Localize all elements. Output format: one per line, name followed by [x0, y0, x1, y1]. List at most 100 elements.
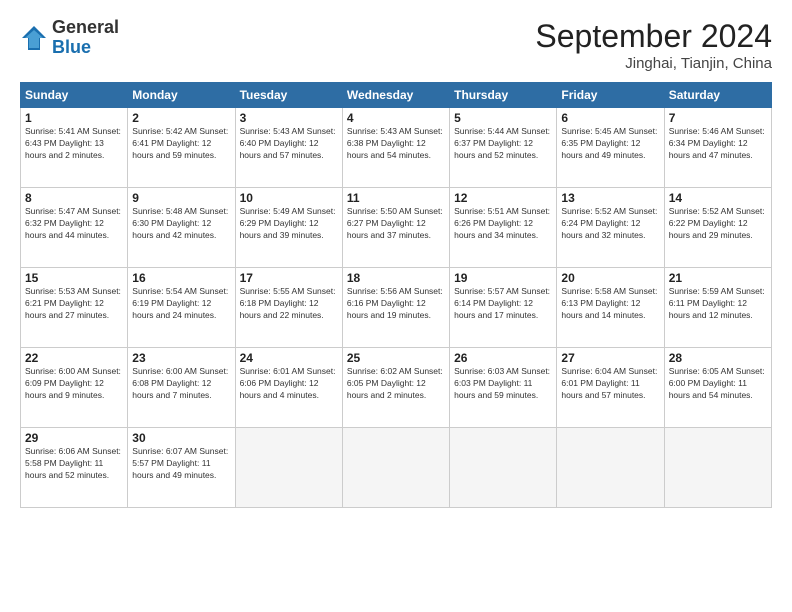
day-number: 8 [25, 191, 123, 205]
table-cell [450, 428, 557, 508]
day-number: 7 [669, 111, 767, 125]
col-monday: Monday [128, 83, 235, 108]
day-number: 5 [454, 111, 552, 125]
table-cell: 5Sunrise: 5:44 AM Sunset: 6:37 PM Daylig… [450, 108, 557, 188]
table-cell: 11Sunrise: 5:50 AM Sunset: 6:27 PM Dayli… [342, 188, 449, 268]
table-cell: 9Sunrise: 5:48 AM Sunset: 6:30 PM Daylig… [128, 188, 235, 268]
day-info: Sunrise: 6:02 AM Sunset: 6:05 PM Dayligh… [347, 366, 445, 402]
table-cell: 17Sunrise: 5:55 AM Sunset: 6:18 PM Dayli… [235, 268, 342, 348]
day-number: 26 [454, 351, 552, 365]
table-cell: 14Sunrise: 5:52 AM Sunset: 6:22 PM Dayli… [664, 188, 771, 268]
day-number: 22 [25, 351, 123, 365]
table-cell: 4Sunrise: 5:43 AM Sunset: 6:38 PM Daylig… [342, 108, 449, 188]
day-info: Sunrise: 6:00 AM Sunset: 6:08 PM Dayligh… [132, 366, 230, 402]
day-info: Sunrise: 5:57 AM Sunset: 6:14 PM Dayligh… [454, 286, 552, 322]
table-cell: 30Sunrise: 6:07 AM Sunset: 5:57 PM Dayli… [128, 428, 235, 508]
day-info: Sunrise: 5:42 AM Sunset: 6:41 PM Dayligh… [132, 126, 230, 162]
day-number: 18 [347, 271, 445, 285]
day-number: 25 [347, 351, 445, 365]
day-info: Sunrise: 5:41 AM Sunset: 6:43 PM Dayligh… [25, 126, 123, 162]
day-info: Sunrise: 5:59 AM Sunset: 6:11 PM Dayligh… [669, 286, 767, 322]
table-cell: 13Sunrise: 5:52 AM Sunset: 6:24 PM Dayli… [557, 188, 664, 268]
day-info: Sunrise: 6:05 AM Sunset: 6:00 PM Dayligh… [669, 366, 767, 402]
table-cell: 7Sunrise: 5:46 AM Sunset: 6:34 PM Daylig… [664, 108, 771, 188]
table-row: 15Sunrise: 5:53 AM Sunset: 6:21 PM Dayli… [21, 268, 772, 348]
col-wednesday: Wednesday [342, 83, 449, 108]
day-info: Sunrise: 6:00 AM Sunset: 6:09 PM Dayligh… [25, 366, 123, 402]
table-cell [557, 428, 664, 508]
day-info: Sunrise: 5:46 AM Sunset: 6:34 PM Dayligh… [669, 126, 767, 162]
col-saturday: Saturday [664, 83, 771, 108]
table-cell: 8Sunrise: 5:47 AM Sunset: 6:32 PM Daylig… [21, 188, 128, 268]
table-cell: 16Sunrise: 5:54 AM Sunset: 6:19 PM Dayli… [128, 268, 235, 348]
table-row: 22Sunrise: 6:00 AM Sunset: 6:09 PM Dayli… [21, 348, 772, 428]
table-cell: 1Sunrise: 5:41 AM Sunset: 6:43 PM Daylig… [21, 108, 128, 188]
col-thursday: Thursday [450, 83, 557, 108]
day-info: Sunrise: 6:03 AM Sunset: 6:03 PM Dayligh… [454, 366, 552, 402]
table-cell [235, 428, 342, 508]
table-cell [342, 428, 449, 508]
day-info: Sunrise: 5:55 AM Sunset: 6:18 PM Dayligh… [240, 286, 338, 322]
table-row: 8Sunrise: 5:47 AM Sunset: 6:32 PM Daylig… [21, 188, 772, 268]
table-cell: 12Sunrise: 5:51 AM Sunset: 6:26 PM Dayli… [450, 188, 557, 268]
day-info: Sunrise: 5:50 AM Sunset: 6:27 PM Dayligh… [347, 206, 445, 242]
day-info: Sunrise: 6:06 AM Sunset: 5:58 PM Dayligh… [25, 446, 123, 482]
day-info: Sunrise: 5:45 AM Sunset: 6:35 PM Dayligh… [561, 126, 659, 162]
table-cell: 22Sunrise: 6:00 AM Sunset: 6:09 PM Dayli… [21, 348, 128, 428]
table-cell: 28Sunrise: 6:05 AM Sunset: 6:00 PM Dayli… [664, 348, 771, 428]
day-number: 24 [240, 351, 338, 365]
day-number: 29 [25, 431, 123, 445]
header: General Blue September 2024 Jinghai, Tia… [20, 18, 772, 72]
day-info: Sunrise: 5:43 AM Sunset: 6:40 PM Dayligh… [240, 126, 338, 162]
day-number: 4 [347, 111, 445, 125]
day-number: 17 [240, 271, 338, 285]
day-info: Sunrise: 5:58 AM Sunset: 6:13 PM Dayligh… [561, 286, 659, 322]
day-info: Sunrise: 5:43 AM Sunset: 6:38 PM Dayligh… [347, 126, 445, 162]
col-sunday: Sunday [21, 83, 128, 108]
day-info: Sunrise: 5:44 AM Sunset: 6:37 PM Dayligh… [454, 126, 552, 162]
day-info: Sunrise: 6:04 AM Sunset: 6:01 PM Dayligh… [561, 366, 659, 402]
day-number: 15 [25, 271, 123, 285]
day-number: 16 [132, 271, 230, 285]
table-cell: 10Sunrise: 5:49 AM Sunset: 6:29 PM Dayli… [235, 188, 342, 268]
day-number: 27 [561, 351, 659, 365]
calendar-table: Sunday Monday Tuesday Wednesday Thursday… [20, 82, 772, 508]
table-cell: 19Sunrise: 5:57 AM Sunset: 6:14 PM Dayli… [450, 268, 557, 348]
day-info: Sunrise: 5:56 AM Sunset: 6:16 PM Dayligh… [347, 286, 445, 322]
table-cell: 23Sunrise: 6:00 AM Sunset: 6:08 PM Dayli… [128, 348, 235, 428]
col-tuesday: Tuesday [235, 83, 342, 108]
table-cell: 15Sunrise: 5:53 AM Sunset: 6:21 PM Dayli… [21, 268, 128, 348]
table-cell [664, 428, 771, 508]
day-number: 3 [240, 111, 338, 125]
calendar-page: General Blue September 2024 Jinghai, Tia… [0, 0, 792, 612]
header-row: Sunday Monday Tuesday Wednesday Thursday… [21, 83, 772, 108]
day-number: 1 [25, 111, 123, 125]
table-row: 29Sunrise: 6:06 AM Sunset: 5:58 PM Dayli… [21, 428, 772, 508]
table-cell: 2Sunrise: 5:42 AM Sunset: 6:41 PM Daylig… [128, 108, 235, 188]
day-number: 14 [669, 191, 767, 205]
logo-text: General Blue [52, 18, 119, 58]
table-cell: 6Sunrise: 5:45 AM Sunset: 6:35 PM Daylig… [557, 108, 664, 188]
day-number: 19 [454, 271, 552, 285]
logo-icon [20, 24, 48, 52]
day-info: Sunrise: 5:53 AM Sunset: 6:21 PM Dayligh… [25, 286, 123, 322]
day-number: 30 [132, 431, 230, 445]
col-friday: Friday [557, 83, 664, 108]
month-title: September 2024 [535, 18, 772, 55]
day-number: 11 [347, 191, 445, 205]
day-info: Sunrise: 5:54 AM Sunset: 6:19 PM Dayligh… [132, 286, 230, 322]
table-cell: 18Sunrise: 5:56 AM Sunset: 6:16 PM Dayli… [342, 268, 449, 348]
day-number: 28 [669, 351, 767, 365]
title-block: September 2024 Jinghai, Tianjin, China [535, 18, 772, 72]
day-number: 23 [132, 351, 230, 365]
day-number: 21 [669, 271, 767, 285]
table-cell: 27Sunrise: 6:04 AM Sunset: 6:01 PM Dayli… [557, 348, 664, 428]
day-info: Sunrise: 5:51 AM Sunset: 6:26 PM Dayligh… [454, 206, 552, 242]
table-cell: 29Sunrise: 6:06 AM Sunset: 5:58 PM Dayli… [21, 428, 128, 508]
day-info: Sunrise: 6:07 AM Sunset: 5:57 PM Dayligh… [132, 446, 230, 482]
table-row: 1Sunrise: 5:41 AM Sunset: 6:43 PM Daylig… [21, 108, 772, 188]
day-number: 12 [454, 191, 552, 205]
day-info: Sunrise: 6:01 AM Sunset: 6:06 PM Dayligh… [240, 366, 338, 402]
day-info: Sunrise: 5:47 AM Sunset: 6:32 PM Dayligh… [25, 206, 123, 242]
table-cell: 26Sunrise: 6:03 AM Sunset: 6:03 PM Dayli… [450, 348, 557, 428]
